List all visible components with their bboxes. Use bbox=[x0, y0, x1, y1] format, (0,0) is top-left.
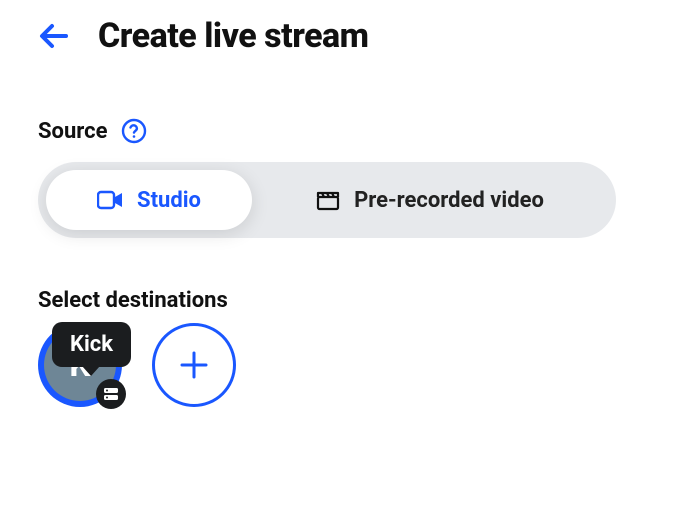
source-option-studio[interactable]: Studio bbox=[46, 170, 252, 230]
source-help-button[interactable] bbox=[121, 118, 147, 144]
source-option-prerecorded-label: Pre-recorded video bbox=[354, 188, 544, 213]
tooltip-text: Kick bbox=[70, 332, 113, 357]
destinations-label: Select destinations bbox=[38, 288, 644, 313]
arrow-left-icon bbox=[38, 22, 70, 50]
server-icon bbox=[103, 387, 119, 401]
clapperboard-icon bbox=[316, 189, 340, 211]
add-destination-button[interactable] bbox=[152, 323, 236, 407]
source-segmented-control: Studio Pre-recorded video bbox=[38, 162, 616, 238]
help-icon bbox=[121, 118, 147, 144]
source-option-prerecorded[interactable]: Pre-recorded video bbox=[260, 170, 600, 230]
source-label: Source bbox=[38, 119, 107, 144]
source-option-studio-label: Studio bbox=[137, 188, 201, 213]
video-camera-icon bbox=[97, 190, 123, 210]
plus-icon bbox=[177, 348, 211, 382]
page-title: Create live stream bbox=[98, 16, 369, 56]
destination-kick-tooltip: Kick bbox=[52, 322, 131, 367]
back-button[interactable] bbox=[38, 20, 70, 52]
destination-kick-badge bbox=[96, 379, 126, 409]
